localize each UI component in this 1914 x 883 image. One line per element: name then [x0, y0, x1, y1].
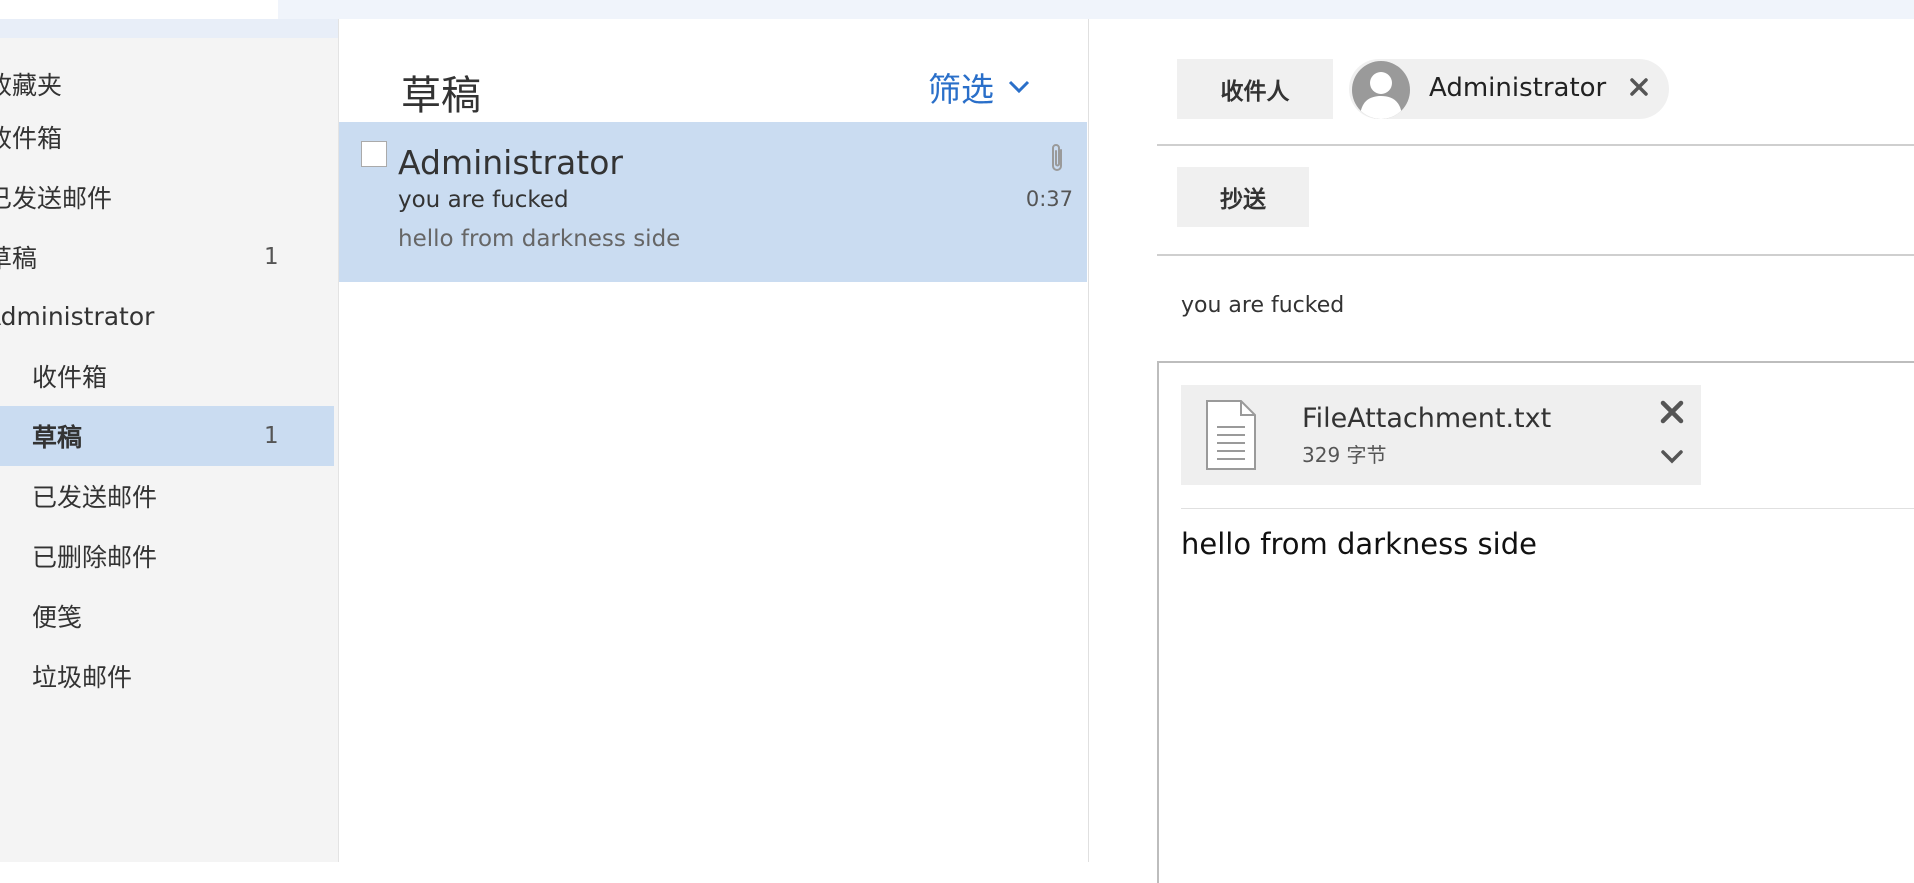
cc-button[interactable]: 抄送 [1177, 167, 1309, 227]
compose-pane: 收件人 Administrator 抄送 you are fucked File… [1088, 19, 1914, 883]
sidebar-item-label: 已发送邮件 [0, 184, 113, 213]
attachment-name: FileAttachment.txt [1302, 403, 1552, 434]
message-preview: hello from darkness side [398, 226, 681, 252]
sidebar-item-favorites[interactable]: 收藏夹 [0, 54, 334, 114]
sidebar-item-label: 便笺 [32, 603, 83, 632]
sidebar-item-label: Administrator [0, 301, 155, 331]
sidebar-item-deleted[interactable]: 已删除邮件 [0, 526, 334, 586]
unread-count: 1 [264, 423, 279, 449]
sidebar-item-fav-inbox[interactable]: 收件箱 [0, 107, 334, 167]
sidebar-item-notes[interactable]: 便笺 [0, 586, 334, 646]
sidebar-item-label: 垃圾邮件 [32, 663, 133, 692]
paperclip-icon [1052, 144, 1062, 171]
filter-label: 筛选 [928, 70, 994, 109]
message-sender: Administrator [398, 143, 623, 182]
recipient-chip[interactable]: Administrator [1349, 59, 1669, 119]
message-body-text: hello from darkness side [1181, 527, 1537, 561]
attachment-size: 329 字节 [1302, 443, 1387, 467]
sidebar-top-band [0, 19, 338, 38]
unread-count: 1 [264, 244, 279, 270]
folder-sidebar: 收藏夹 收件箱 已发送邮件 草稿 1 Administrator 收件箱 草稿 … [0, 19, 339, 862]
sidebar-item-label: 收藏夹 [0, 71, 63, 100]
remove-attachment-icon[interactable] [1659, 399, 1685, 425]
sidebar-item-fav-sent[interactable]: 已发送邮件 [0, 167, 334, 227]
attachment-divider [1181, 508, 1914, 509]
select-checkbox[interactable] [361, 141, 387, 167]
sidebar-item-fav-drafts[interactable]: 草稿 1 [0, 227, 334, 287]
sidebar-item-inbox[interactable]: 收件箱 [0, 346, 334, 406]
sidebar-item-junk[interactable]: 垃圾邮件 [0, 646, 334, 706]
avatar [1352, 61, 1410, 119]
subject-field[interactable]: you are fucked [1181, 293, 1344, 318]
sidebar-item-drafts[interactable]: 草稿 1 [0, 406, 334, 466]
sidebar-item-label: 草稿 [32, 423, 83, 452]
message-body-editor[interactable]: FileAttachment.txt 329 字节 hello from dar… [1157, 361, 1914, 883]
sidebar-item-label: 已删除邮件 [32, 543, 158, 572]
folder-title: 草稿 [401, 73, 481, 119]
sidebar-item-label: 已发送邮件 [32, 483, 158, 512]
message-list-pane: 草稿 筛选 Administrator you are fucked hello… [339, 19, 1087, 862]
sidebar-item-label: 收件箱 [0, 124, 63, 153]
sidebar-item-sent[interactable]: 已发送邮件 [0, 466, 334, 526]
person-icon [1360, 72, 1402, 119]
chevron-down-icon [1008, 80, 1030, 94]
chevron-down-icon[interactable] [1660, 449, 1684, 465]
sidebar-item-account[interactable]: Administrator [0, 286, 334, 346]
remove-recipient-icon[interactable] [1628, 76, 1650, 98]
attachment-card[interactable]: FileAttachment.txt 329 字节 [1181, 385, 1701, 485]
to-button[interactable]: 收件人 [1177, 59, 1333, 119]
message-time: 0:37 [1025, 187, 1073, 211]
recipient-name: Administrator [1429, 73, 1607, 103]
field-divider [1157, 254, 1914, 256]
sidebar-item-label: 草稿 [0, 244, 38, 273]
field-divider [1157, 144, 1914, 146]
message-subject: you are fucked [398, 187, 569, 213]
sidebar-item-label: 收件箱 [32, 363, 108, 392]
filter-dropdown[interactable]: 筛选 [928, 63, 1030, 111]
file-icon [1206, 400, 1256, 470]
top-band [278, 0, 1914, 19]
message-list-item[interactable]: Administrator you are fucked hello from … [339, 122, 1087, 282]
